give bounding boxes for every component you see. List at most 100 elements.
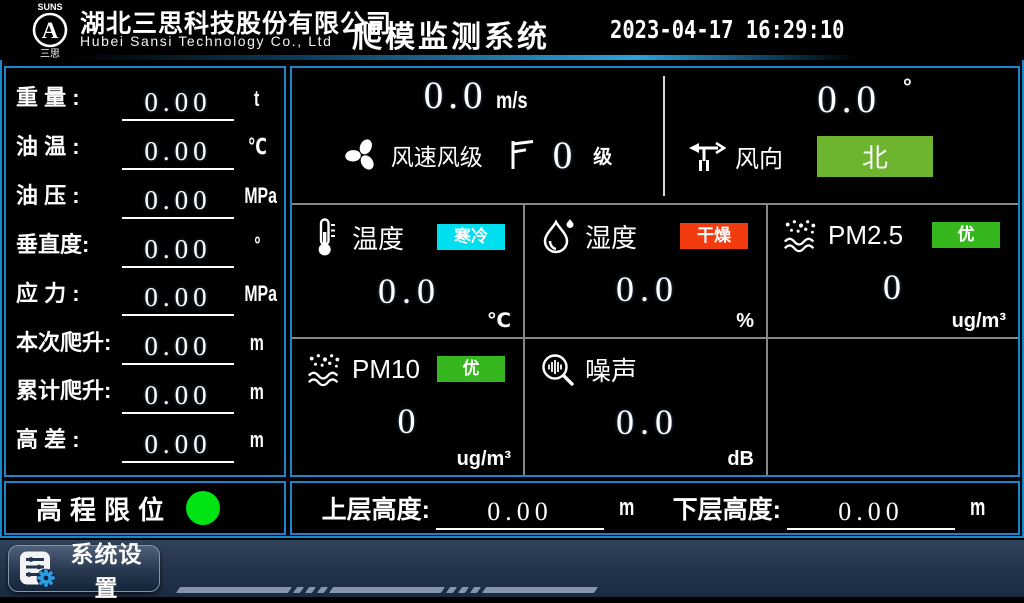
- wind-direction-value: 0.0: [817, 78, 881, 121]
- sensor-value: 0: [306, 403, 513, 439]
- wind-speed-label: 风速风级: [391, 138, 483, 172]
- wind-vane-icon: [687, 139, 727, 175]
- status-badge: 优: [437, 356, 505, 382]
- wind-level-icon: [509, 138, 535, 172]
- droplet-icon: [539, 217, 577, 255]
- wind-speed-value: 0.0: [424, 74, 488, 117]
- metric-row-verticality: 垂直度: 0.00 °: [16, 223, 276, 268]
- wind-speed-block: 0.0 m/s 风速风级: [292, 68, 663, 203]
- lower-height-unit: m: [970, 494, 985, 522]
- environment-panel: 0.0 m/s 风速风级: [290, 66, 1020, 477]
- page-title: 爬模监测系统: [352, 12, 550, 56]
- sensor-grid: 温度 寒冷 0.0 ℃ 湿度 干燥: [292, 203, 1018, 475]
- wind-section: 0.0 m/s 风速风级: [292, 68, 1018, 203]
- metric-unit: m: [238, 330, 276, 356]
- metric-label: 重 量 :: [16, 86, 118, 110]
- metric-unit: °: [238, 232, 276, 258]
- metric-unit: MPa: [238, 183, 276, 209]
- wind-direction-block: 0.0 ° 风向 北: [665, 68, 1018, 203]
- metric-value: 0.00: [122, 76, 234, 121]
- sensor-value: 0.0: [539, 271, 756, 307]
- particles-icon: [782, 217, 820, 253]
- metric-unit: m: [238, 379, 276, 405]
- metric-value: 0.00: [122, 418, 234, 463]
- metric-unit: MPa: [238, 281, 276, 307]
- upper-height-unit: m: [619, 494, 634, 522]
- heights-panel: 上层高度: 0.00 m 下层高度: 0.00 m: [290, 481, 1020, 535]
- metric-row-height-diff: 高 差 : 0.00 m: [16, 418, 276, 463]
- metric-row-oil-temp: 油 温 : 0.00 ℃: [16, 125, 276, 170]
- sensor-name: 噪声: [585, 351, 637, 388]
- metric-label: 高 差 :: [16, 428, 118, 452]
- sensor-cell-noise: 噪声 0.0 dB: [525, 339, 768, 475]
- wind-level-unit: 级: [593, 142, 612, 169]
- lower-height-label: 下层高度:: [673, 490, 781, 526]
- metric-value: 0.00: [122, 369, 234, 414]
- settings-label: 系统设置: [64, 535, 149, 603]
- sensor-unit: dB: [727, 448, 754, 471]
- elevation-limit-panel: 高程限位: [4, 481, 286, 535]
- wind-speed-unit: m/s: [496, 87, 528, 114]
- metric-value: 0.00: [122, 174, 234, 219]
- metric-row-total-climb: 累计爬升: 0.00 m: [16, 369, 276, 414]
- noise-icon: [539, 352, 577, 388]
- sensor-unit: %: [736, 310, 754, 333]
- sensor-cell-pm25: PM2.5 优 0 ug/m³: [768, 205, 1018, 339]
- metric-row-current-climb: 本次爬升: 0.00 m: [16, 320, 276, 365]
- sensor-value: 0.0: [306, 273, 513, 309]
- status-badge: 优: [932, 222, 1000, 248]
- metric-value: 0.00: [122, 271, 234, 316]
- settings-sliders-icon: [19, 550, 55, 587]
- upper-height-label: 上层高度:: [322, 490, 430, 526]
- sensor-cell-pm10: PM10 优 0 ug/m³: [292, 339, 525, 475]
- metric-label: 本次爬升:: [16, 331, 118, 355]
- footer-decoration: [178, 587, 596, 593]
- sensor-value: 0: [782, 269, 1008, 305]
- status-badge: 干燥: [680, 223, 748, 249]
- svg-text:三思: 三思: [40, 48, 60, 59]
- wind-direction-label: 风向: [735, 139, 783, 174]
- status-badge: 寒冷: [437, 224, 505, 250]
- sensor-unit: ℃: [487, 308, 511, 333]
- metric-label: 油 温 :: [16, 135, 118, 159]
- metric-label: 垂直度:: [16, 233, 118, 257]
- sensor-unit: ug/m³: [952, 310, 1006, 333]
- metric-row-oil-pressure: 油 压 : 0.00 MPa: [16, 174, 276, 219]
- metric-unit: m: [238, 427, 276, 453]
- sensor-value: 0.0: [539, 404, 756, 440]
- svg-text:A: A: [42, 18, 59, 43]
- wind-direction-value-line: 0.0 °: [665, 74, 1018, 119]
- sensor-cell-humidity: 湿度 干燥 0.0 %: [525, 205, 768, 339]
- status-badge: [680, 357, 748, 383]
- wind-direction-unit: °: [903, 74, 912, 99]
- company-name-en: Hubei Sansi Technology Co., Ltd: [80, 33, 332, 49]
- sensor-name: 温度: [352, 219, 404, 256]
- footer-bar: 系统设置: [0, 540, 1024, 597]
- system-settings-button[interactable]: 系统设置: [8, 545, 160, 592]
- metric-unit: ℃: [238, 134, 276, 160]
- metric-row-stress: 应 力 : 0.00 MPa: [16, 271, 276, 316]
- particles-icon: [306, 351, 344, 387]
- sensor-cell-empty: [768, 339, 1018, 475]
- metric-row-weight: 重 量 : 0.00 t: [16, 76, 276, 121]
- sensor-unit: ug/m³: [457, 448, 511, 471]
- metrics-panel: 重 量 : 0.00 t 油 温 : 0.00 ℃ 油 压 : 0.00 MPa…: [4, 66, 286, 477]
- wind-direction-button[interactable]: 北: [817, 136, 933, 177]
- wind-level-value: 0: [553, 136, 578, 175]
- lower-height-group: 下层高度: 0.00 m: [655, 486, 1006, 530]
- elevation-limit-indicator: [186, 491, 220, 525]
- upper-height-value: 0.00: [436, 492, 604, 530]
- metric-value: 0.00: [122, 223, 234, 268]
- sensor-name: PM10: [352, 354, 420, 385]
- metric-label: 累计爬升:: [16, 379, 118, 403]
- elevation-limit-label: 高程限位: [36, 490, 172, 527]
- thermometer-icon: [306, 217, 344, 257]
- wind-speed-value-line: 0.0 m/s: [292, 76, 663, 115]
- sensor-cell-temperature: 温度 寒冷 0.0 ℃: [292, 205, 525, 339]
- header-divider: [70, 55, 856, 60]
- sensor-name: 湿度: [585, 218, 637, 255]
- datetime-display: 2023-04-17 16:29:10: [610, 15, 845, 44]
- screen: SUNS A 三思 湖北三思科技股份有限公司 Hubei Sansi Techn…: [0, 0, 1024, 599]
- upper-height-group: 上层高度: 0.00 m: [304, 486, 655, 530]
- metric-label: 应 力 :: [16, 282, 118, 306]
